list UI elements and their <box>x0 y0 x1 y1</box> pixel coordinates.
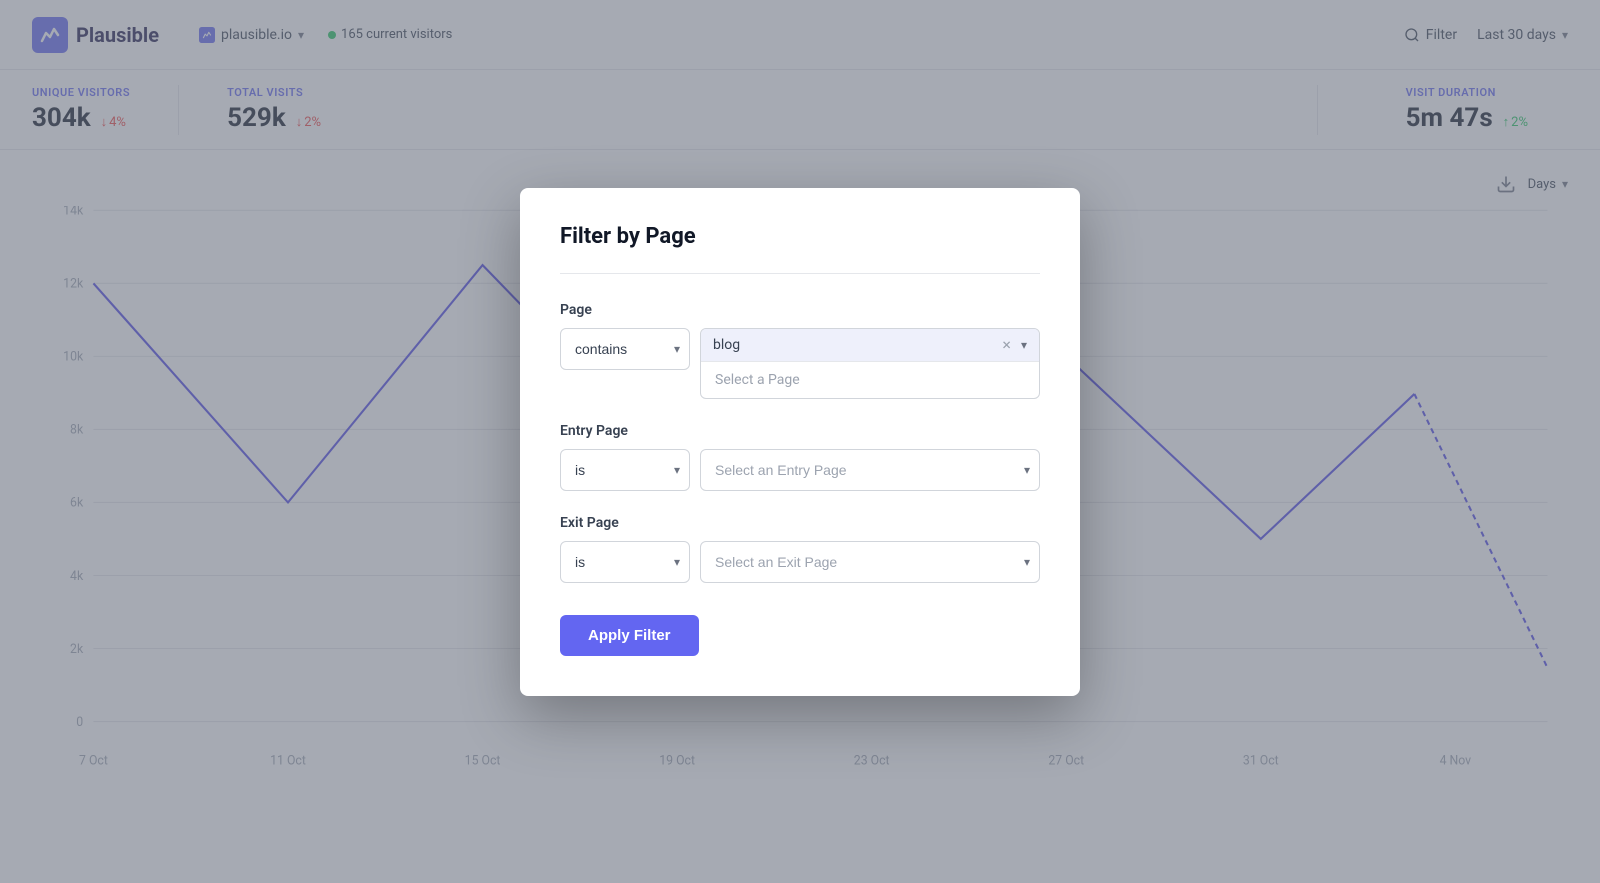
modal-divider <box>560 273 1040 274</box>
exit-page-select[interactable]: Select an Exit Page <box>700 541 1040 583</box>
entry-page-select-wrapper: Select an Entry Page ▾ <box>700 449 1040 491</box>
exit-page-label: Exit Page <box>560 515 1040 531</box>
apply-filter-button[interactable]: Apply Filter <box>560 615 699 656</box>
exit-page-filter-group: Exit Page is is not ▾ Select an Exit Pag… <box>560 515 1040 583</box>
page-filter-group: Page contains is is not ▾ blog × <box>560 302 1040 399</box>
page-placeholder-text: Select a Page <box>715 372 800 388</box>
exit-page-filter-row: is is not ▾ Select an Exit Page ▾ <box>560 541 1040 583</box>
entry-page-filter-row: is is not ▾ Select an Entry Page ▾ <box>560 449 1040 491</box>
entry-page-select[interactable]: Select an Entry Page <box>700 449 1040 491</box>
page-placeholder-row[interactable]: Select a Page <box>701 362 1039 398</box>
page-operator-select[interactable]: contains is is not <box>560 328 690 370</box>
page-tag-clear[interactable]: × <box>1000 337 1013 353</box>
page-tag-arrow: ▾ <box>1021 338 1027 352</box>
page-input-container: blog × ▾ Select a Page <box>700 328 1040 399</box>
modal-title: Filter by Page <box>560 224 1040 249</box>
entry-operator-select[interactable]: is is not <box>560 449 690 491</box>
page-value-wrapper: blog × ▾ Select a Page <box>700 328 1040 399</box>
page-filter-row: contains is is not ▾ blog × ▾ S <box>560 328 1040 399</box>
exit-operator-wrapper: is is not ▾ <box>560 541 690 583</box>
modal-overlay[interactable]: Filter by Page Page contains is is not ▾ <box>0 0 1600 883</box>
page-label: Page <box>560 302 1040 318</box>
filter-modal: Filter by Page Page contains is is not ▾ <box>520 188 1080 696</box>
entry-page-label: Entry Page <box>560 423 1040 439</box>
entry-operator-wrapper: is is not ▾ <box>560 449 690 491</box>
page-tag-row: blog × ▾ <box>701 329 1039 362</box>
entry-page-filter-group: Entry Page is is not ▾ Select an Entry P… <box>560 423 1040 491</box>
page-operator-wrapper: contains is is not ▾ <box>560 328 690 370</box>
exit-operator-select[interactable]: is is not <box>560 541 690 583</box>
exit-page-select-wrapper: Select an Exit Page ▾ <box>700 541 1040 583</box>
page-tag-value: blog <box>713 337 1000 353</box>
